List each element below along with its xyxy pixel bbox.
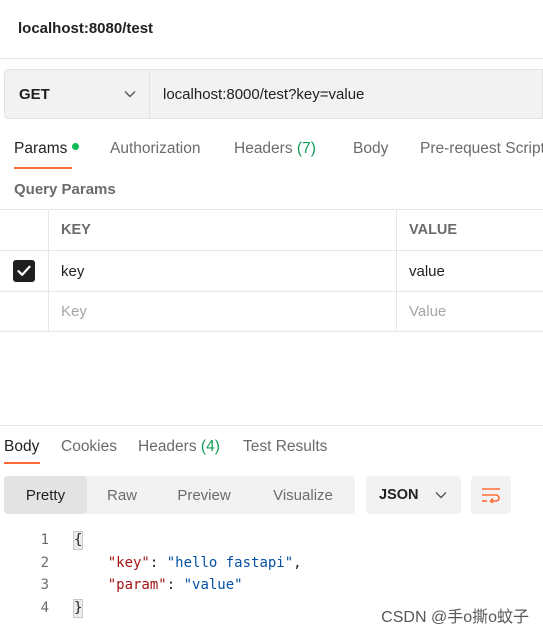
close-brace: } (72, 598, 84, 618)
method-label: GET (19, 85, 50, 103)
params-table: KEY VALUE key value Key Value (0, 209, 543, 332)
tab-pre-request-script[interactable]: Pre-request Script (420, 140, 543, 158)
tab-label: Test Results (243, 438, 328, 455)
raw-button[interactable]: Raw (87, 476, 157, 514)
empty-check-cell (0, 292, 49, 331)
pretty-button[interactable]: Pretty (4, 476, 87, 514)
chevron-down-icon (435, 492, 447, 499)
tab-label: Authorization (110, 140, 201, 157)
header-check-cell (0, 210, 49, 250)
line-number: 2 (40, 554, 49, 571)
tab-count: (4) (200, 438, 220, 455)
active-tab-underline (14, 167, 72, 169)
response-divider (0, 425, 543, 426)
json-colon: : (166, 577, 184, 593)
tab-headers[interactable]: Headers (7) (234, 140, 316, 158)
chevron-down-icon (123, 87, 137, 101)
json-colon: : (149, 554, 167, 571)
url-input[interactable]: localhost:8000/test?key=value (150, 70, 542, 118)
code-line: 1 { (0, 529, 543, 552)
response-tabs: Body Cookies Headers (4) Test Results (0, 436, 543, 466)
format-select[interactable]: JSON (366, 476, 461, 514)
code-text: "key": "hello fastapi", (74, 552, 302, 575)
json-key: "param" (107, 577, 167, 593)
tab-params[interactable]: Params (14, 140, 80, 158)
format-label: JSON (379, 487, 419, 503)
tab-label: Params (14, 140, 68, 157)
request-bar: GET localhost:8000/test?key=value (4, 69, 543, 119)
request-tabs: Params Authorization Headers (7) Body Pr… (0, 136, 543, 170)
code-text: { (72, 529, 84, 552)
param-key-cell[interactable]: key (50, 251, 397, 291)
param-value-cell[interactable]: value (398, 251, 543, 291)
title-divider (0, 58, 543, 59)
table-row-empty: Key Value (0, 291, 543, 332)
column-header-value: VALUE (409, 222, 458, 238)
code-text: } (72, 597, 84, 620)
tab-cookies[interactable]: Cookies (61, 438, 117, 456)
json-string: "value" (183, 577, 243, 593)
tab-response-headers[interactable]: Headers (4) (138, 438, 220, 456)
json-comma: , (293, 554, 302, 571)
query-params-title: Query Params (14, 181, 116, 198)
line-number: 4 (40, 599, 49, 616)
json-key: "key" (107, 554, 150, 571)
code-line: 2 "key": "hello fastapi", (0, 552, 543, 575)
url-text: localhost:8000/test?key=value (163, 85, 365, 103)
column-header-key: KEY (50, 210, 397, 250)
watermark: CSDN @手o撕o蚊子 (381, 609, 529, 626)
line-number: 1 (40, 532, 49, 548)
method-select[interactable]: GET (5, 70, 150, 118)
preview-button[interactable]: Preview (157, 476, 251, 514)
tab-response-body[interactable]: Body (4, 438, 39, 456)
request-title: localhost:8080/test (18, 20, 154, 37)
tab-body[interactable]: Body (353, 140, 388, 158)
code-text: "param": "value" (74, 574, 243, 597)
line-number: 3 (40, 577, 49, 593)
wrap-lines-button[interactable] (471, 476, 511, 514)
json-string: "hello fastapi" (166, 554, 294, 571)
tab-label: Pre-request Script (420, 140, 543, 157)
tab-label: Headers (234, 140, 297, 157)
tab-authorization[interactable]: Authorization (110, 140, 200, 158)
visualize-button[interactable]: Visualize (251, 476, 355, 514)
tab-label: Headers (138, 438, 201, 455)
code-line: 3 "param": "value" (0, 574, 543, 597)
open-brace: { (72, 531, 84, 550)
tab-count: (7) (296, 140, 316, 157)
new-key-input[interactable]: Key (50, 292, 397, 331)
table-row: key value (0, 250, 543, 291)
tab-test-results[interactable]: Test Results (243, 438, 327, 456)
params-active-dot (72, 143, 80, 151)
wrap-lines-icon (482, 488, 500, 503)
response-tab-underline (4, 462, 40, 464)
tab-label: Body (4, 438, 40, 455)
row-check-cell (0, 251, 49, 291)
view-mode-switch: Pretty Raw Preview Visualize (4, 476, 355, 514)
tab-label: Body (353, 140, 389, 157)
row-checkbox[interactable] (13, 260, 35, 282)
tab-label: Cookies (61, 438, 117, 455)
table-header-row: KEY VALUE (0, 209, 543, 250)
checkmark-icon (17, 265, 31, 276)
new-value-input[interactable]: Value (398, 292, 543, 331)
